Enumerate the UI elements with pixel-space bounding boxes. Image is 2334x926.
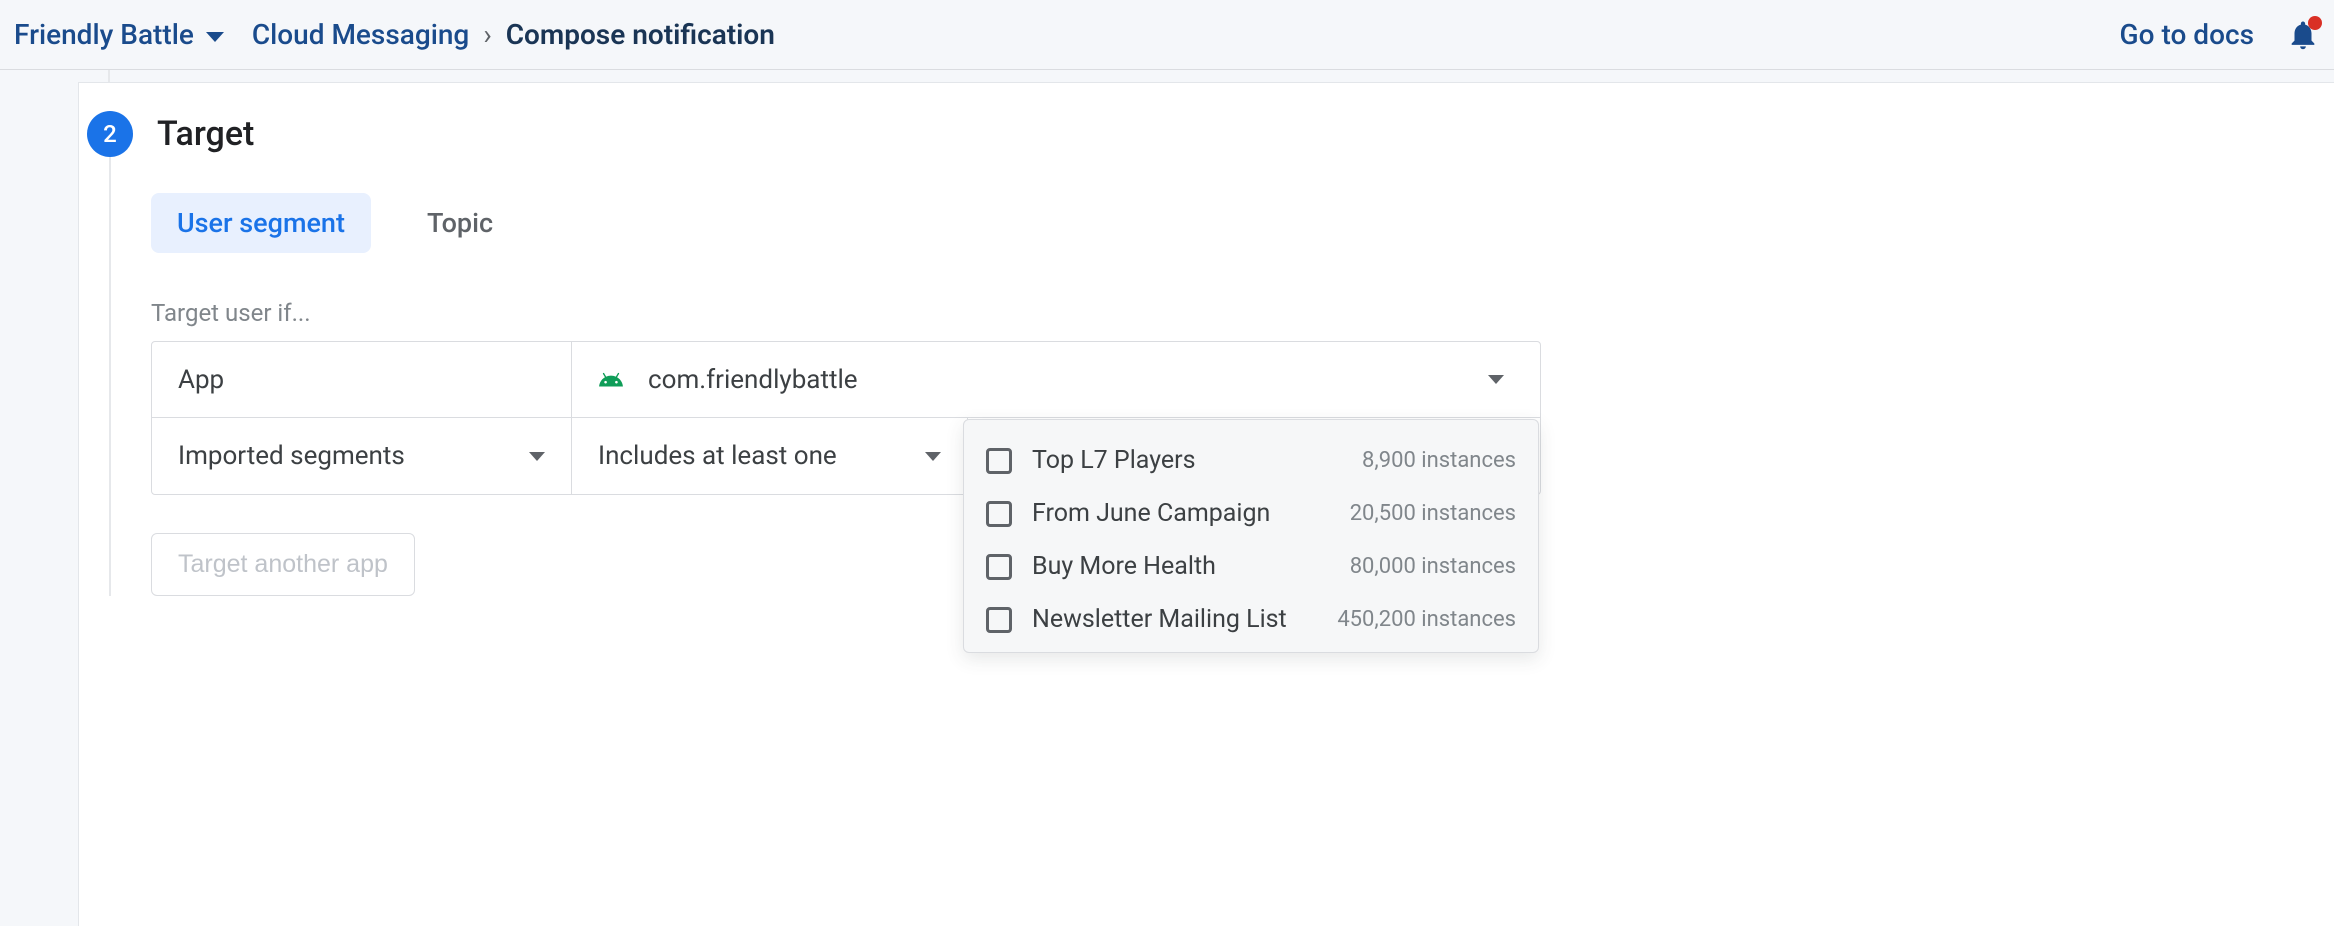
step-title: Target (157, 114, 254, 154)
checkbox-icon[interactable] (986, 554, 1012, 580)
caret-down-icon (1488, 375, 1504, 384)
target-user-if-label: Target user if... (151, 299, 2334, 327)
checkbox-icon[interactable] (986, 607, 1012, 633)
rule-row-app: App com.friendlybattle (152, 342, 1540, 418)
android-icon (598, 367, 624, 393)
dropdown-option[interactable]: From June Campaign 20,500 instances (964, 487, 1538, 540)
dropdown-option[interactable]: Newsletter Mailing List 450,200 instance… (964, 593, 1538, 646)
dropdown-option[interactable]: Buy More Health 80,000 instances (964, 540, 1538, 593)
breadcrumb-section[interactable]: Cloud Messaging (252, 18, 469, 51)
step-header: 2 Target (79, 111, 2334, 157)
option-label: Top L7 Players (1032, 446, 1342, 475)
option-label: Newsletter Mailing List (1032, 605, 1317, 634)
rule-type-label: Imported segments (178, 441, 405, 471)
operator-label: Includes at least one (598, 441, 837, 471)
segments-dropdown: Top L7 Players 8,900 instances From June… (963, 419, 1539, 653)
option-label: From June Campaign (1032, 499, 1330, 528)
dropdown-option[interactable]: Top L7 Players 8,900 instances (964, 434, 1538, 487)
header-bar: Friendly Battle Cloud Messaging › Compos… (0, 0, 2334, 70)
header-left: Friendly Battle Cloud Messaging › Compos… (14, 18, 775, 51)
breadcrumb: Cloud Messaging › Compose notification (252, 18, 775, 51)
breadcrumb-current: Compose notification (506, 18, 775, 51)
option-label: Buy More Health (1032, 552, 1330, 581)
rule-type-selector[interactable]: Imported segments (152, 418, 572, 494)
notifications-button[interactable] (2286, 18, 2320, 52)
rule-type-cell-app: App (152, 342, 572, 417)
chevron-right-icon: › (483, 18, 491, 51)
target-tabs: User segment Topic (151, 193, 2334, 253)
app-selector-inner: com.friendlybattle (598, 365, 858, 395)
project-selector[interactable]: Friendly Battle (14, 18, 224, 51)
app-id-value: com.friendlybattle (648, 365, 858, 395)
caret-down-icon (925, 452, 941, 461)
option-count: 450,200 instances (1337, 607, 1516, 632)
checkbox-icon[interactable] (986, 448, 1012, 474)
tab-topic[interactable]: Topic (401, 193, 519, 253)
option-count: 20,500 instances (1350, 501, 1516, 526)
app-selector[interactable]: com.friendlybattle (572, 342, 1540, 417)
docs-link[interactable]: Go to docs (2120, 18, 2254, 51)
notification-dot-icon (2308, 16, 2322, 30)
target-another-app-button[interactable]: Target another app (151, 533, 415, 596)
target-panel: 2 Target User segment Topic Target user … (78, 82, 2334, 926)
option-count: 8,900 instances (1362, 448, 1516, 473)
step-number-badge: 2 (87, 111, 133, 157)
option-count: 80,000 instances (1350, 554, 1516, 579)
rule-type-label: App (178, 365, 224, 395)
step-body: User segment Topic Target user if... App (109, 157, 2334, 596)
tab-user-segment[interactable]: User segment (151, 193, 371, 253)
operator-selector[interactable]: Includes at least one (572, 418, 968, 494)
content-wrap: 2 Target User segment Topic Target user … (0, 70, 2334, 926)
caret-down-icon (529, 452, 545, 461)
header-right: Go to docs (2120, 18, 2320, 52)
project-name: Friendly Battle (14, 18, 194, 51)
checkbox-icon[interactable] (986, 501, 1012, 527)
rules-wrapper: App com.friendlybattle (151, 341, 2334, 495)
caret-down-icon (206, 32, 224, 42)
